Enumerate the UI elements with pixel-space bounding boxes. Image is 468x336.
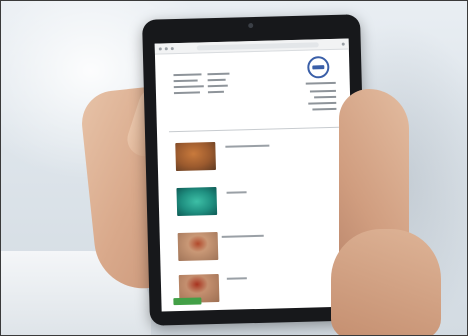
- image-thumbnail[interactable]: [177, 232, 219, 262]
- image-caption: [226, 191, 247, 194]
- address-bar: [196, 41, 319, 50]
- address-line: [312, 107, 337, 110]
- patient-info-line: [173, 91, 200, 94]
- patient-info-line: [173, 85, 204, 88]
- confirm-button[interactable]: [173, 297, 202, 306]
- section-divider: [168, 126, 339, 133]
- forward-icon: [164, 46, 168, 50]
- reload-icon: [170, 46, 174, 50]
- image-caption: [225, 144, 270, 148]
- camera-icon: [248, 22, 254, 29]
- image-thumbnail[interactable]: [175, 142, 216, 172]
- menu-icon: [341, 42, 345, 46]
- address-line: [314, 95, 337, 98]
- patient-info-value: [207, 84, 228, 87]
- tablet-screen: [154, 38, 356, 312]
- brand-logo: [307, 56, 330, 79]
- patient-info-value: [207, 78, 226, 81]
- image-caption: [226, 277, 247, 280]
- photo-frame: [0, 0, 468, 336]
- patient-info-value: [207, 90, 224, 93]
- patient-info-value: [207, 72, 230, 75]
- report-header: [155, 50, 351, 117]
- address-line: [305, 81, 336, 85]
- logo-mark: [312, 65, 325, 70]
- image-caption: [221, 234, 264, 238]
- address-line: [308, 101, 337, 105]
- right-hand-palm: [331, 229, 441, 335]
- patient-info-line: [173, 73, 202, 76]
- address-line: [309, 89, 336, 93]
- patient-info-line: [173, 79, 198, 82]
- back-icon: [158, 46, 162, 50]
- image-thumbnail[interactable]: [176, 187, 218, 217]
